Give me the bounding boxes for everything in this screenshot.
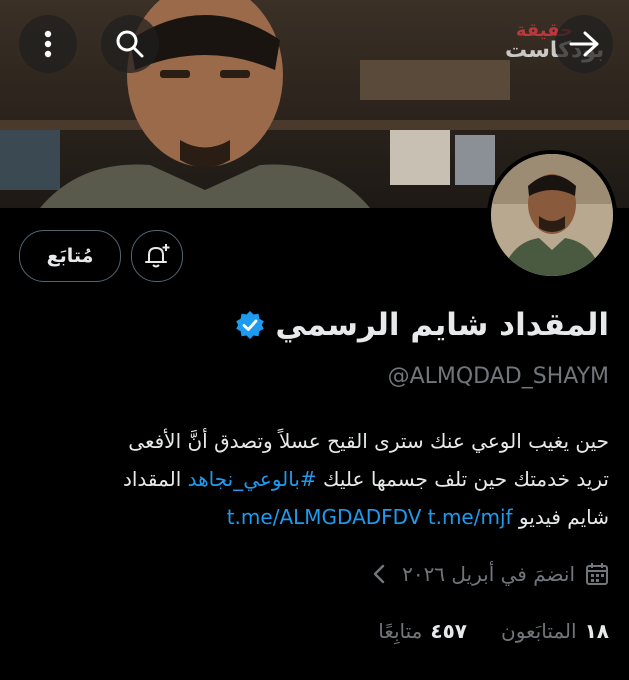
bio-text: تريد خدمتك حين تلف جسمها عليك bbox=[323, 467, 609, 491]
banner-person-image bbox=[40, 0, 370, 208]
following-button-label: مُتابَع bbox=[46, 245, 94, 267]
notifications-button[interactable] bbox=[131, 230, 183, 282]
arrow-forward-icon bbox=[569, 31, 599, 57]
profile-stats: ١٨ المتابَعون ٤٥٧ متابِعًا bbox=[344, 614, 609, 648]
followers-count: ١٨ bbox=[584, 619, 609, 643]
chevron-left-icon bbox=[373, 564, 385, 584]
telegram-link[interactable]: t.me/ALMGDADFDV bbox=[227, 505, 422, 529]
back-button[interactable] bbox=[555, 15, 613, 73]
banner-books bbox=[455, 135, 495, 185]
more-options-button[interactable] bbox=[19, 15, 77, 73]
joined-date-row[interactable]: انضمَ في أبريل ٢٠٢٦ bbox=[372, 558, 609, 590]
profile-bio: حين يغيب الوعي عنك سترى القيح عسلاً وتصد… bbox=[17, 422, 609, 536]
user-handle: @ALMQDAD_SHAYM bbox=[387, 364, 609, 389]
profile-name-row: المقداد شايم الرسمي bbox=[235, 300, 609, 350]
banner-books bbox=[360, 60, 510, 100]
following-button[interactable]: مُتابَع bbox=[19, 230, 121, 282]
verified-badge-icon[interactable] bbox=[235, 310, 265, 340]
following-label: متابِعًا bbox=[378, 619, 423, 643]
following-count: ٤٥٧ bbox=[430, 619, 467, 643]
joined-date-text: انضمَ في أبريل ٢٠٢٦ bbox=[402, 562, 575, 586]
search-icon bbox=[116, 30, 144, 58]
avatar[interactable] bbox=[487, 150, 617, 280]
following-stat[interactable]: ٤٥٧ متابِعًا bbox=[378, 619, 467, 643]
display-name: المقداد شايم الرسمي bbox=[275, 307, 609, 343]
bio-text: شايم فيديو bbox=[518, 505, 609, 529]
bio-line: شايم فيديو t.me/mjf t.me/ALMGDADFDV bbox=[17, 498, 609, 536]
banner-books bbox=[390, 130, 450, 185]
calendar-icon bbox=[586, 563, 608, 585]
bio-text: المقداد bbox=[122, 467, 182, 491]
bio-line: حين يغيب الوعي عنك سترى القيح عسلاً وتصد… bbox=[128, 429, 609, 453]
avatar-image bbox=[491, 154, 613, 276]
search-button[interactable] bbox=[101, 15, 159, 73]
followers-stat[interactable]: ١٨ المتابَعون bbox=[501, 619, 609, 643]
more-vertical-icon bbox=[44, 30, 52, 58]
bell-plus-icon bbox=[145, 244, 170, 268]
telegram-link[interactable]: t.me/mjf bbox=[428, 505, 513, 529]
hashtag-link[interactable]: #بالوعي_نجاهد bbox=[188, 467, 317, 491]
bio-line: تريد خدمتك حين تلف جسمها عليك #بالوعي_نج… bbox=[17, 460, 609, 498]
followers-label: المتابَعون bbox=[501, 619, 577, 643]
